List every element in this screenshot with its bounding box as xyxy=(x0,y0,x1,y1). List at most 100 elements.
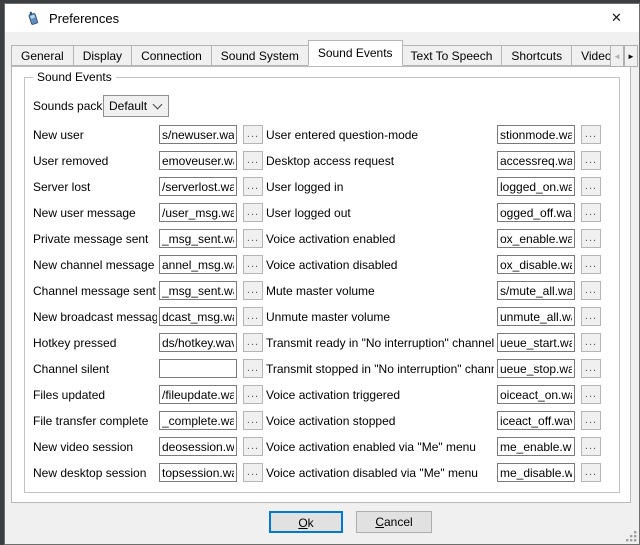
preferences-dialog: Preferences ✕ GeneralDisplayConnectionSo… xyxy=(4,3,640,545)
sound-event-label: New desktop session xyxy=(33,466,157,482)
ok-button[interactable]: Ok xyxy=(269,511,343,533)
sound-event-label: Voice activation disabled via "Me" menu xyxy=(266,466,494,482)
sound-file-input[interactable] xyxy=(497,255,575,274)
sound-file-input[interactable] xyxy=(159,177,237,196)
browse-button[interactable]: ... xyxy=(581,229,601,248)
browse-button[interactable]: ... xyxy=(243,333,263,352)
sound-event-label: Private message sent xyxy=(33,232,157,248)
sound-file-input[interactable] xyxy=(497,333,575,352)
sounds-pack-select[interactable]: Default xyxy=(103,95,169,117)
title-bar: Preferences ✕ xyxy=(5,4,639,32)
browse-button[interactable]: ... xyxy=(581,255,601,274)
sound-file-input[interactable] xyxy=(159,203,237,222)
sound-file-input[interactable] xyxy=(497,411,575,430)
sound-file-input[interactable] xyxy=(497,437,575,456)
sound-event-label: New broadcast message xyxy=(33,310,157,326)
sound-events-groupbox: Sound Events Sounds pack Default New use… xyxy=(24,77,620,493)
tab-scroll-right-icon[interactable]: ► xyxy=(624,45,638,67)
browse-button[interactable]: ... xyxy=(581,203,601,222)
browse-button[interactable]: ... xyxy=(581,385,601,404)
sound-file-input[interactable] xyxy=(159,307,237,326)
browse-button[interactable]: ... xyxy=(243,437,263,456)
browse-button[interactable]: ... xyxy=(581,151,601,170)
sound-event-label: New user message xyxy=(33,206,157,222)
browse-button[interactable]: ... xyxy=(581,333,601,352)
app-icon xyxy=(25,10,41,26)
sound-event-label: User removed xyxy=(33,154,157,170)
sound-event-label: User entered question-mode xyxy=(266,128,494,144)
browse-button[interactable]: ... xyxy=(581,437,601,456)
sound-file-input[interactable] xyxy=(497,307,575,326)
sound-event-label: Voice activation enabled via "Me" menu xyxy=(266,440,494,456)
sounds-pack-label: Sounds pack xyxy=(33,99,102,113)
close-icon[interactable]: ✕ xyxy=(594,4,639,32)
browse-button[interactable]: ... xyxy=(243,359,263,378)
sound-file-input[interactable] xyxy=(159,333,237,352)
sound-file-input[interactable] xyxy=(497,177,575,196)
browse-button[interactable]: ... xyxy=(581,125,601,144)
tab-shortcuts[interactable]: Shortcuts xyxy=(502,45,572,66)
sound-file-input[interactable] xyxy=(159,411,237,430)
sound-file-input[interactable] xyxy=(497,125,575,144)
sound-event-label: Desktop access request xyxy=(266,154,494,170)
sound-file-input[interactable] xyxy=(497,151,575,170)
resize-grip[interactable] xyxy=(625,530,637,542)
tab-text-to-speech[interactable]: Text To Speech xyxy=(402,45,503,66)
browse-button[interactable]: ... xyxy=(243,229,263,248)
sound-event-label: Channel silent xyxy=(33,362,157,378)
browse-button[interactable]: ... xyxy=(243,281,263,300)
browse-button[interactable]: ... xyxy=(581,411,601,430)
sound-event-label: Voice activation triggered xyxy=(266,388,494,404)
sound-event-label: New channel message xyxy=(33,258,157,274)
tab-general[interactable]: General xyxy=(11,45,74,66)
chevron-down-icon xyxy=(153,100,163,110)
sound-file-input[interactable] xyxy=(159,385,237,404)
sound-file-input[interactable] xyxy=(159,281,237,300)
sound-event-label: New user xyxy=(33,128,157,144)
sound-file-input[interactable] xyxy=(159,229,237,248)
browse-button[interactable]: ... xyxy=(581,177,601,196)
sound-file-input[interactable] xyxy=(497,229,575,248)
sound-event-label: Voice activation disabled xyxy=(266,258,494,274)
sound-event-label: Voice activation enabled xyxy=(266,232,494,248)
sound-event-label: User logged out xyxy=(266,206,494,222)
browse-button[interactable]: ... xyxy=(243,125,263,144)
browse-button[interactable]: ... xyxy=(243,177,263,196)
sound-event-label: Channel message sent xyxy=(33,284,157,300)
tab-connection[interactable]: Connection xyxy=(132,45,212,66)
sound-event-label: Server lost xyxy=(33,180,157,196)
sound-file-input[interactable] xyxy=(159,437,237,456)
sound-file-input[interactable] xyxy=(159,255,237,274)
browse-button[interactable]: ... xyxy=(581,307,601,326)
browse-button[interactable]: ... xyxy=(581,359,601,378)
sound-file-input[interactable] xyxy=(159,359,237,378)
browse-button[interactable]: ... xyxy=(243,255,263,274)
browse-button[interactable]: ... xyxy=(581,463,601,482)
browse-button[interactable]: ... xyxy=(243,463,263,482)
tab-scroll-left-icon[interactable]: ◄ xyxy=(610,45,624,67)
sound-file-input[interactable] xyxy=(497,385,575,404)
sound-event-label: File transfer complete xyxy=(33,414,157,430)
tab-sound-system[interactable]: Sound System xyxy=(212,45,309,66)
cancel-button[interactable]: Cancel xyxy=(356,511,432,533)
sound-event-label: Files updated xyxy=(33,388,157,404)
sound-file-input[interactable] xyxy=(497,203,575,222)
sound-file-input[interactable] xyxy=(159,125,237,144)
browse-button[interactable]: ... xyxy=(581,281,601,300)
browse-button[interactable]: ... xyxy=(243,411,263,430)
sound-file-input[interactable] xyxy=(497,359,575,378)
sound-event-label: Transmit stopped in "No interruption" ch… xyxy=(266,362,494,378)
sound-file-input[interactable] xyxy=(497,463,575,482)
sound-event-label: Voice activation stopped xyxy=(266,414,494,430)
tab-display[interactable]: Display xyxy=(74,45,132,66)
browse-button[interactable]: ... xyxy=(243,151,263,170)
browse-button[interactable]: ... xyxy=(243,307,263,326)
sound-file-input[interactable] xyxy=(159,463,237,482)
tab-sound-events[interactable]: Sound Events xyxy=(308,40,403,66)
browse-button[interactable]: ... xyxy=(243,385,263,404)
sound-event-label: User logged in xyxy=(266,180,494,196)
sound-file-input[interactable] xyxy=(159,151,237,170)
tab-bar: GeneralDisplayConnectionSound SystemSoun… xyxy=(11,40,638,66)
browse-button[interactable]: ... xyxy=(243,203,263,222)
sound-file-input[interactable] xyxy=(497,281,575,300)
